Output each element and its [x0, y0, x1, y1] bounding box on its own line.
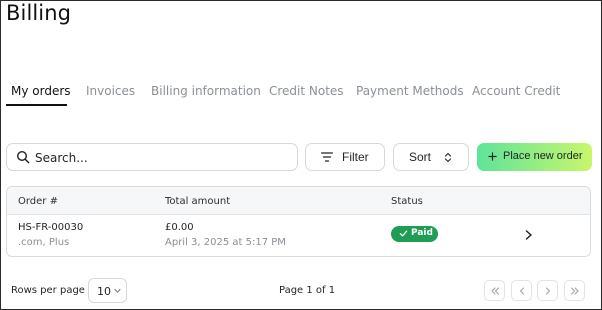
status-badge: Paid [391, 226, 438, 242]
rows-per-page-select[interactable]: 10 [88, 278, 127, 303]
order-detail: .com, Plus [18, 237, 70, 248]
order-date: April 3, 2025 at 5:17 PM [165, 237, 286, 248]
last-page-icon [570, 287, 579, 295]
tab-invoices[interactable]: Invoices [86, 84, 135, 108]
filter-button[interactable]: Filter [305, 143, 385, 171]
column-header-status: Status [391, 196, 423, 207]
page-indicator: Page 1 of 1 [279, 285, 336, 296]
page-title: Billing [6, 1, 72, 25]
check-icon [399, 230, 408, 237]
previous-page-button[interactable] [511, 280, 532, 301]
next-page-button[interactable] [537, 280, 558, 301]
tab-payment-methods[interactable]: Payment Methods [356, 84, 464, 108]
table-row[interactable]: HS-FR-00030 .com, Plus £0.00 April 3, 20… [7, 215, 590, 256]
filter-icon [321, 152, 333, 162]
search-icon [16, 150, 30, 164]
filter-label: Filter [342, 150, 369, 164]
column-header-total-amount: Total amount [165, 196, 231, 207]
search-box[interactable] [6, 143, 298, 171]
search-input[interactable] [35, 149, 290, 166]
first-page-icon [491, 287, 500, 295]
tab-credit-notes[interactable]: Credit Notes [269, 84, 344, 108]
place-new-order-label: Place new order [503, 150, 583, 162]
sort-chevrons-icon [444, 152, 452, 163]
chevron-down-icon [114, 289, 121, 293]
chevron-right-icon[interactable] [524, 229, 533, 241]
tab-account-credit[interactable]: Account Credit [472, 84, 560, 108]
orders-table: Order # Total amount Status HS-FR-00030 … [6, 186, 591, 257]
plus-icon [488, 152, 497, 161]
first-page-button[interactable] [484, 280, 505, 301]
table-header: Order # Total amount Status [7, 187, 590, 215]
tab-billing-information[interactable]: Billing information [151, 84, 261, 108]
order-total: £0.00 [165, 222, 194, 233]
last-page-button[interactable] [564, 280, 585, 301]
status-label: Paid [411, 228, 433, 238]
next-page-icon [545, 287, 551, 295]
rows-per-page-value: 10 [97, 285, 111, 298]
rows-per-page-label: Rows per page [11, 285, 85, 296]
sort-button[interactable]: Sort [393, 143, 469, 171]
active-tab-indicator [6, 104, 67, 106]
billing-tabs: My orders Invoices Billing information C… [0, 82, 602, 108]
column-header-order: Order # [18, 196, 58, 207]
sort-label: Sort [409, 150, 432, 164]
place-new-order-button[interactable]: Place new order [477, 143, 592, 171]
previous-page-icon [519, 287, 525, 295]
order-number: HS-FR-00030 [18, 222, 84, 233]
